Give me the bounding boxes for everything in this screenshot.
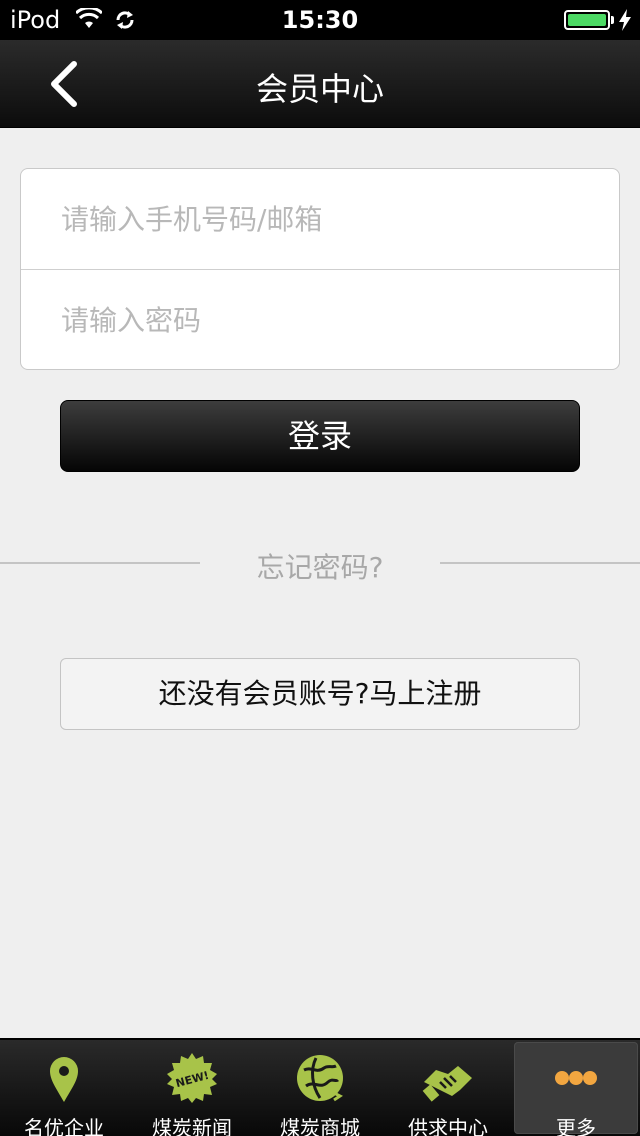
page-title: 会员中心 [255, 70, 384, 108]
more-dots-icon [555, 1071, 597, 1085]
phone-email-input[interactable] [21, 169, 619, 269]
tab-famous-companies[interactable]: 名优企业 [2, 1042, 126, 1136]
register-button[interactable]: 还没有会员账号?马上注册 [60, 658, 580, 730]
tab-bar: 名优企业 NEW! 煤炭新闻 煤炭商城 供求中心 更多 [0, 1038, 640, 1136]
login-form [20, 168, 620, 370]
battery-icon [564, 10, 610, 30]
battery-tip [611, 16, 614, 24]
charging-bolt-icon [619, 9, 631, 31]
clock: 15:30 [281, 6, 359, 34]
tab-label: 供求中心 [408, 1116, 488, 1136]
tab-label: 煤炭新闻 [152, 1116, 232, 1136]
status-bar: iPod 15:30 [0, 0, 640, 40]
tab-coal-mall[interactable]: 煤炭商城 [258, 1042, 382, 1136]
location-pin-icon [50, 1057, 78, 1102]
handshake-icon [422, 1066, 472, 1102]
nav-bar: 会员中心 [0, 40, 640, 128]
tab-supply-demand[interactable]: 供求中心 [386, 1042, 510, 1136]
tab-label: 更多 [556, 1116, 596, 1136]
tab-label: 煤炭商城 [280, 1116, 360, 1136]
forgot-divider-left [0, 562, 200, 564]
globe-icon [297, 1055, 343, 1102]
login-button[interactable]: 登录 [60, 400, 580, 472]
new-badge-icon: NEW! [167, 1053, 217, 1103]
forgot-password-link[interactable]: 忘记密码? [200, 546, 440, 586]
forgot-divider-right [440, 562, 640, 564]
password-input[interactable] [21, 270, 619, 370]
tab-coal-news[interactable]: NEW! 煤炭新闻 [130, 1042, 254, 1136]
tab-more[interactable]: 更多 [514, 1042, 638, 1136]
tab-label: 名优企业 [24, 1116, 104, 1136]
